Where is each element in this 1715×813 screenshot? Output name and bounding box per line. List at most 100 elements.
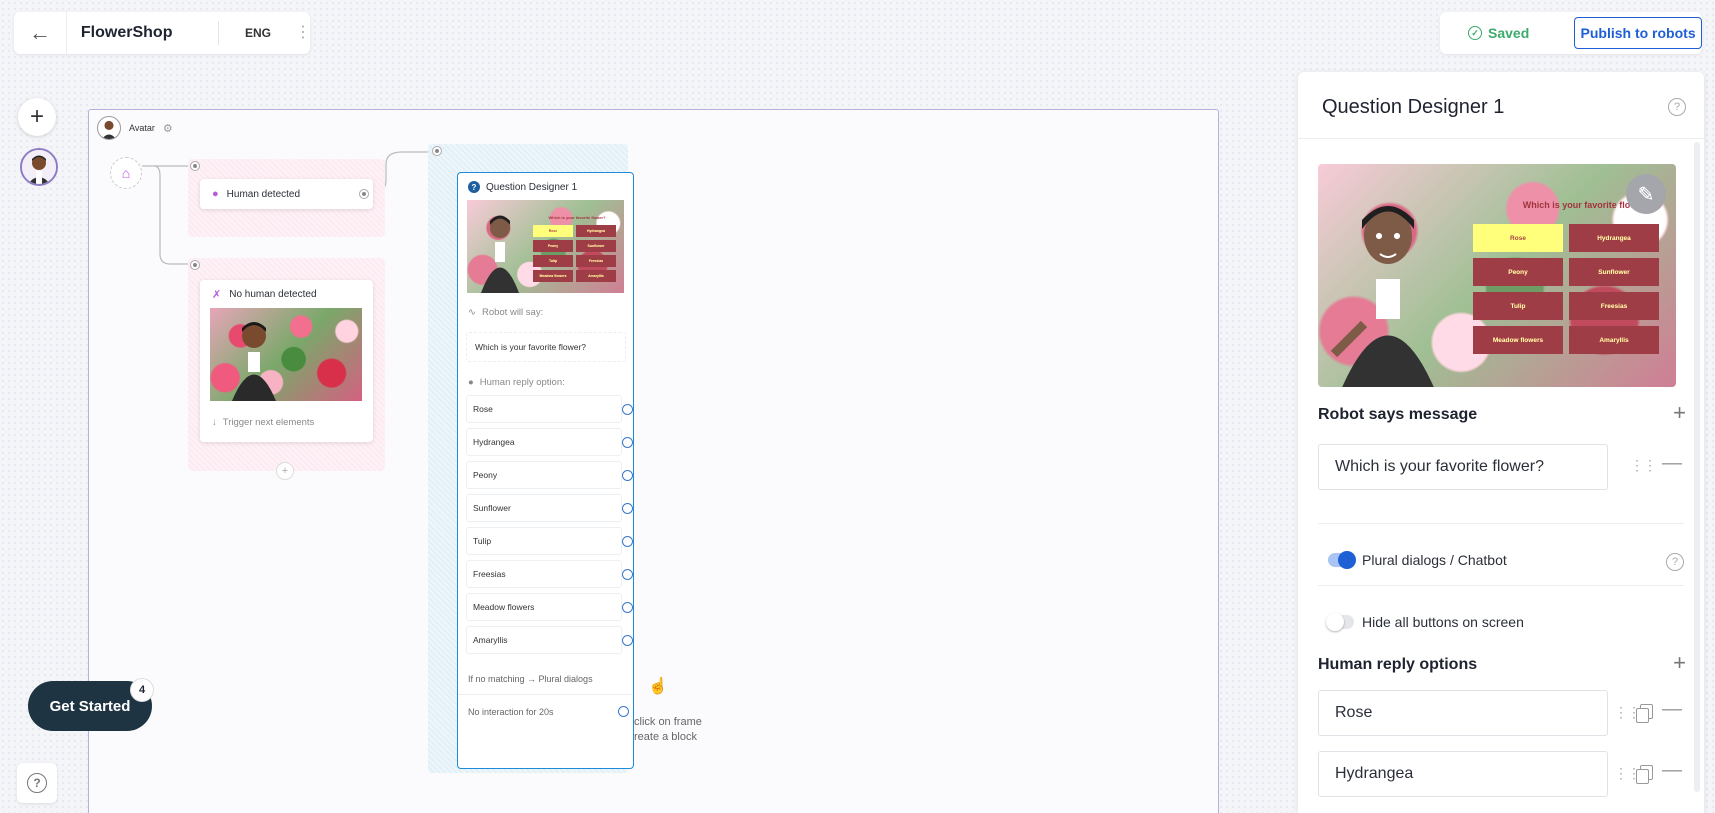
question-designer-node[interactable]: ? Question Designer 1 Which is your favo… bbox=[457, 172, 634, 769]
robot-says-heading: Robot says message bbox=[1318, 406, 1478, 423]
input-port[interactable] bbox=[432, 146, 442, 156]
avatar-figure-icon bbox=[232, 322, 276, 401]
preview-option: Sunflower bbox=[576, 240, 616, 252]
output-port[interactable] bbox=[622, 569, 633, 580]
more-vertical-icon[interactable]: ⋮ bbox=[295, 25, 311, 41]
no-interaction-label: No interaction for 20s bbox=[468, 707, 554, 717]
preview-option: Meadow flowers bbox=[1473, 326, 1563, 354]
add-element-button[interactable]: + bbox=[18, 98, 56, 136]
output-port[interactable] bbox=[622, 437, 633, 448]
reply-option-input[interactable]: Rose bbox=[1318, 690, 1608, 736]
publish-to-robots-button[interactable]: Publish to robots bbox=[1574, 17, 1702, 49]
preview-option: Amaryllis bbox=[1569, 326, 1659, 354]
add-next-button[interactable]: + bbox=[276, 462, 294, 480]
output-port[interactable] bbox=[622, 602, 633, 613]
add-message-icon[interactable]: + bbox=[1673, 400, 1686, 426]
drag-handle-icon[interactable]: ⋮⋮ bbox=[1630, 457, 1657, 474]
output-port[interactable] bbox=[622, 536, 633, 547]
remove-icon[interactable]: — bbox=[1662, 452, 1682, 475]
output-port[interactable] bbox=[622, 503, 633, 514]
copy-icon[interactable] bbox=[1636, 765, 1653, 784]
person-off-icon: ✗ bbox=[212, 289, 222, 301]
output-port[interactable] bbox=[622, 635, 633, 646]
question-preview-image: Which is your favorite flower? Rose Hydr… bbox=[467, 200, 624, 293]
avatar-figure-icon bbox=[22, 150, 56, 184]
preview-option: Freesias bbox=[576, 255, 616, 267]
help-icon[interactable]: ? bbox=[1666, 553, 1684, 571]
preview-option: Peony bbox=[533, 240, 573, 252]
preview-option: Rose bbox=[533, 225, 573, 237]
preview-button-grid: Rose Hydrangea Peony Sunflower Tulip Fre… bbox=[533, 225, 616, 282]
remove-icon[interactable]: — bbox=[1662, 698, 1682, 721]
language-selector[interactable]: ENG bbox=[245, 26, 271, 40]
saved-status: ✓ Saved bbox=[1468, 25, 1574, 41]
count-badge: 4 bbox=[130, 678, 154, 702]
home-icon[interactable]: ⌂ bbox=[110, 157, 142, 189]
preview-option: Hydrangea bbox=[576, 225, 616, 237]
input-port[interactable] bbox=[190, 260, 200, 270]
plural-dialogs-toggle[interactable] bbox=[1328, 551, 1356, 569]
remove-icon[interactable]: — bbox=[1662, 759, 1682, 782]
gear-icon[interactable]: ⚙ bbox=[163, 122, 173, 135]
robot-says-input[interactable]: Which is your favorite flower? bbox=[1318, 444, 1608, 490]
preview-question-text: Which is your favorite flower? bbox=[548, 215, 606, 220]
saved-label: Saved bbox=[1488, 25, 1530, 41]
sound-wave-icon: ∿ bbox=[468, 307, 476, 318]
avatar-figure-icon bbox=[481, 215, 519, 293]
plural-dialogs-label: Plural dialogs / Chatbot bbox=[1362, 552, 1507, 568]
reply-option-label: Tulip bbox=[473, 536, 492, 546]
human-detected-node[interactable]: ● Human detected bbox=[200, 179, 373, 209]
properties-panel: Question Designer 1 ? Which is your favo… bbox=[1298, 72, 1704, 813]
reply-option-label: Hydrangea bbox=[473, 437, 515, 447]
no-human-detected-node[interactable]: ✗ No human detected ↓ Trigger next eleme… bbox=[200, 280, 373, 442]
reply-option-label: Freesias bbox=[473, 569, 506, 579]
reply-option[interactable]: Freesias bbox=[466, 560, 633, 588]
reply-option[interactable]: Tulip bbox=[466, 527, 633, 555]
help-icon[interactable]: ? bbox=[1668, 98, 1686, 116]
reply-option[interactable]: Peony bbox=[466, 461, 633, 489]
canvas-hint-line2: reate a block bbox=[634, 731, 697, 743]
output-port[interactable] bbox=[359, 189, 369, 199]
panel-title: Question Designer 1 bbox=[1322, 96, 1505, 118]
flower-shop-image bbox=[210, 308, 362, 401]
back-arrow-icon[interactable]: ← bbox=[14, 12, 67, 54]
preview-option: Hydrangea bbox=[1569, 224, 1659, 252]
preview-option: Peony bbox=[1473, 258, 1563, 286]
reply-option[interactable]: Rose bbox=[466, 395, 633, 423]
avatar-label: Avatar bbox=[129, 123, 155, 133]
hide-buttons-toggle[interactable] bbox=[1326, 613, 1354, 631]
reply-option-label: Rose bbox=[473, 404, 493, 414]
output-port[interactable] bbox=[622, 404, 633, 415]
scrollbar[interactable] bbox=[1694, 142, 1700, 792]
avatar[interactable] bbox=[20, 148, 58, 186]
no-matching-label: If no matching → Plural dialogs bbox=[468, 674, 593, 684]
preview-option: Freesias bbox=[1569, 292, 1659, 320]
canvas-header: Avatar ⚙ bbox=[97, 116, 173, 140]
robot-says-text[interactable]: Which is your favorite flower? bbox=[466, 332, 626, 362]
preview-option: Meadow flowers bbox=[533, 270, 573, 282]
reply-option[interactable]: Amaryllis bbox=[466, 626, 633, 654]
canvas-hint-line1: click on frame bbox=[634, 716, 702, 728]
project-toolbar: ← FlowerShop ENG ⋮ bbox=[14, 12, 311, 54]
help-button[interactable]: ? bbox=[17, 763, 57, 803]
screen-preview: Which is your favorite flower? Rose Hydr… bbox=[1318, 164, 1676, 387]
trigger-next-row[interactable]: ↓ Trigger next elements bbox=[212, 417, 314, 428]
preview-option: Tulip bbox=[533, 255, 573, 267]
add-reply-icon[interactable]: + bbox=[1673, 650, 1686, 676]
reply-option[interactable]: Hydrangea bbox=[466, 428, 633, 456]
preview-option: Rose bbox=[1473, 224, 1563, 252]
trigger-next-label: Trigger next elements bbox=[222, 417, 315, 428]
output-port[interactable] bbox=[618, 706, 629, 717]
pencil-icon[interactable]: ✎ bbox=[1626, 174, 1666, 214]
output-port[interactable] bbox=[622, 470, 633, 481]
reply-option[interactable]: Meadow flowers bbox=[466, 593, 633, 621]
question-icon: ? bbox=[468, 181, 480, 193]
copy-icon[interactable] bbox=[1636, 704, 1653, 723]
input-port[interactable] bbox=[190, 161, 200, 171]
reply-option[interactable]: Sunflower bbox=[466, 494, 633, 522]
avatar bbox=[97, 116, 121, 140]
pointer-hand-icon: ☝ bbox=[648, 678, 668, 695]
reply-option-input[interactable]: Hydrangea bbox=[1318, 751, 1608, 797]
preview-option: Sunflower bbox=[1569, 258, 1659, 286]
help-icon: ? bbox=[27, 773, 47, 793]
